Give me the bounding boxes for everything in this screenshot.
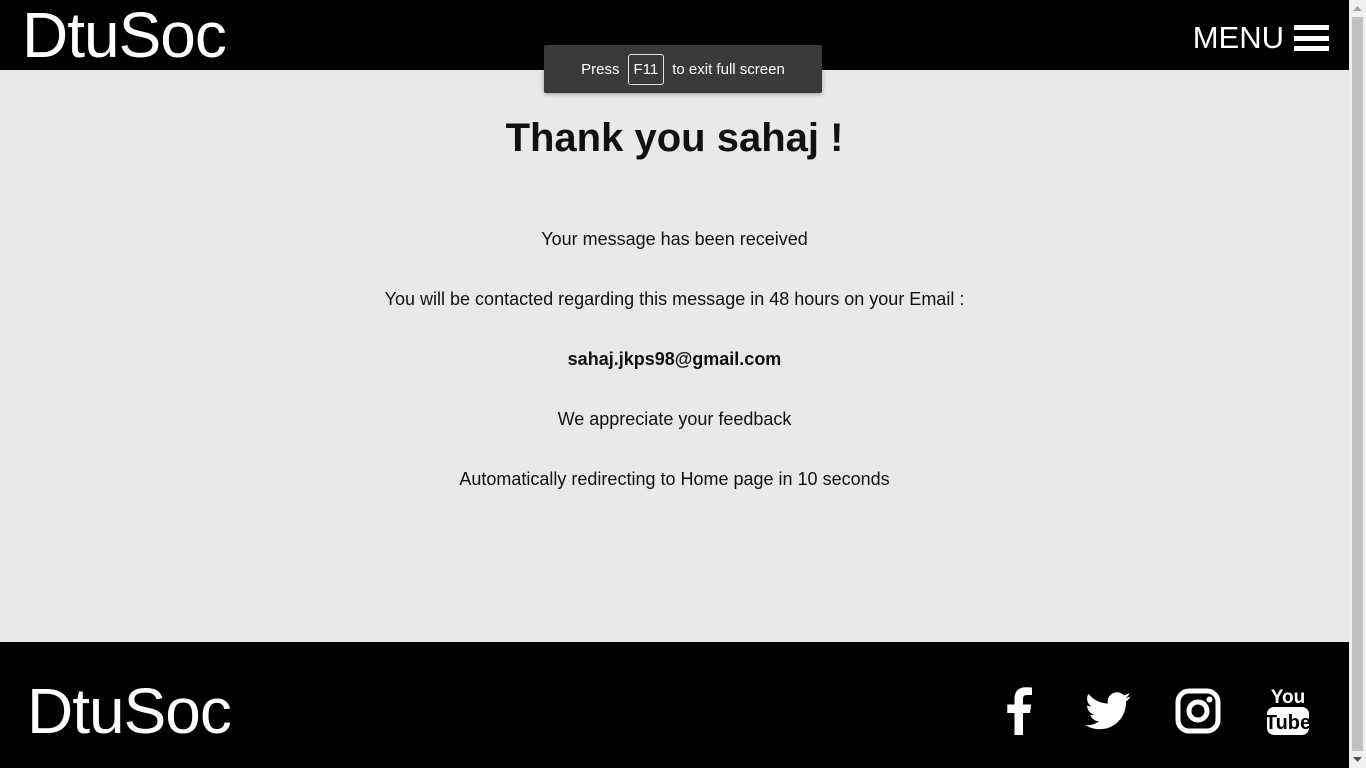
user-email: sahaj.jkps98@gmail.com: [567, 349, 782, 369]
instagram-link[interactable]: [1173, 686, 1223, 736]
facebook-link[interactable]: [994, 686, 1044, 736]
youtube-icon: You Tube: [1265, 687, 1311, 735]
redirect-notice: Automatically redirecting to Home page i…: [459, 469, 890, 489]
contact-notice: You will be contacted regarding this mes…: [384, 289, 965, 309]
site-footer: DtuSoc You Tube: [0, 642, 1349, 768]
youtube-you-text: You: [1271, 687, 1305, 708]
appreciation-message: We appreciate your feedback: [557, 409, 792, 429]
instagram-icon: [1175, 688, 1221, 734]
menu-label: MENU: [1192, 20, 1284, 55]
scroll-up-arrow-icon[interactable]: [1349, 0, 1366, 17]
facebook-icon: [1007, 687, 1032, 735]
scrollbar-thumb[interactable]: [1352, 17, 1363, 751]
twitter-link[interactable]: [1083, 686, 1133, 736]
scroll-down-arrow-icon[interactable]: [1349, 751, 1366, 768]
footer-logo[interactable]: DtuSoc: [27, 676, 232, 746]
received-message: Your message has been received: [541, 229, 808, 249]
vertical-scrollbar[interactable]: [1349, 0, 1366, 768]
main-content: Thank you sahaj ! Your message has been …: [0, 70, 1349, 642]
youtube-link[interactable]: You Tube: [1263, 686, 1313, 736]
youtube-tube-text: Tube: [1265, 712, 1311, 734]
site-logo[interactable]: DtuSoc: [22, 1, 227, 69]
page: DtuSoc MENU Press F11 to exit full scree…: [0, 0, 1366, 768]
hamburger-icon: [1294, 25, 1329, 51]
page-title: Thank you sahaj !: [505, 116, 844, 160]
menu-button[interactable]: MENU: [1193, 20, 1329, 56]
twitter-icon: [1085, 692, 1131, 730]
